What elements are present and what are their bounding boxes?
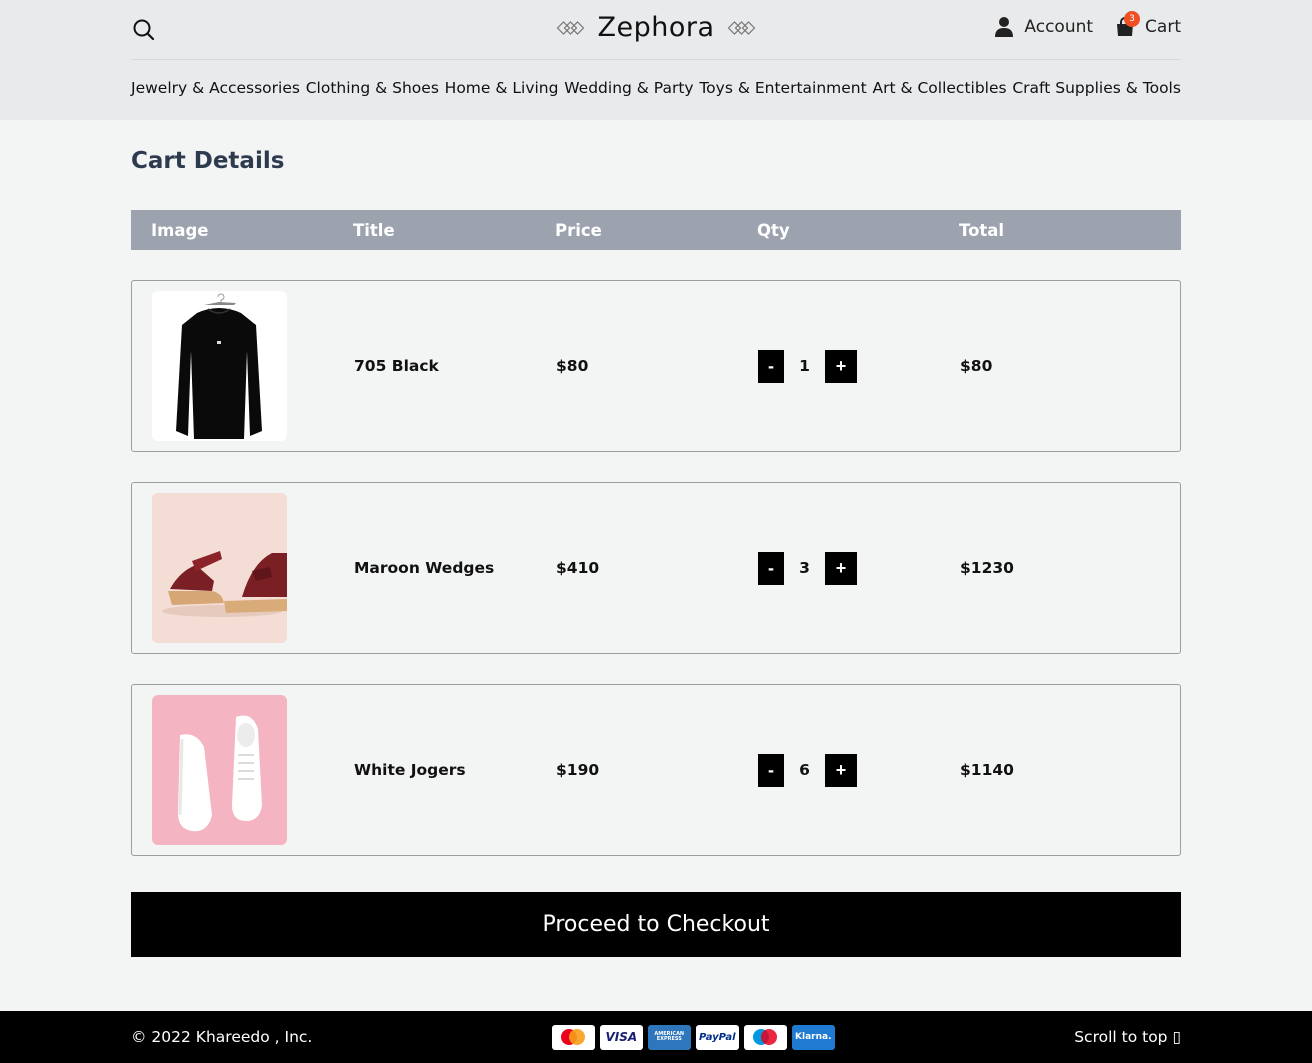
nav-item-art-collectibles[interactable]: Art & Collectibles — [872, 79, 1006, 97]
account-link[interactable]: Account — [994, 16, 1093, 38]
column-header-total: Total — [959, 220, 1005, 240]
cart-count-badge: 3 — [1124, 11, 1141, 27]
cart-table-header: Image Title Price Qty Total — [131, 210, 1181, 250]
maroon-wedges-image — [152, 493, 287, 643]
increase-qty-button[interactable]: + — [825, 551, 857, 585]
decrease-qty-button[interactable]: - — [758, 551, 784, 585]
decrease-qty-button[interactable]: - — [758, 349, 784, 383]
quantity-value: 1 — [799, 357, 810, 375]
brand-logo[interactable]: Zephora — [555, 12, 756, 43]
column-header-price: Price — [555, 220, 602, 240]
nav-item-wedding-party[interactable]: Wedding & Party — [564, 79, 693, 97]
scroll-to-top-link[interactable]: Scroll to top ▯ — [1074, 1028, 1181, 1046]
copyright-text: © 2022 Khareedo , Inc. — [131, 1028, 313, 1046]
line-total: $1140 — [960, 761, 1014, 779]
top-bar: Zephora Account 3 Cart — [131, 0, 1181, 60]
quantity-stepper: - 1 + — [758, 349, 940, 383]
site-footer: © 2022 Khareedo , Inc. VISA AMERICAN EXP… — [0, 1011, 1312, 1063]
decrease-qty-button[interactable]: - — [758, 753, 784, 787]
column-header-title: Title — [353, 220, 395, 240]
quantity-stepper: - 3 + — [758, 551, 940, 585]
product-image[interactable] — [152, 493, 287, 643]
search-icon[interactable] — [131, 17, 157, 43]
black-sweatshirt-image — [152, 291, 287, 441]
mastercard-icon — [551, 1024, 595, 1050]
site-header: Zephora Account 3 Cart Jewelry & Accesso… — [0, 0, 1312, 120]
ornament-icon — [556, 20, 585, 35]
category-nav: Jewelry & Accessories Clothing & Shoes H… — [131, 60, 1181, 97]
nav-item-jewelry-accessories[interactable]: Jewelry & Accessories — [131, 79, 300, 97]
nav-item-home-living[interactable]: Home & Living — [445, 79, 559, 97]
user-icon — [995, 17, 1014, 37]
nav-item-clothing-shoes[interactable]: Clothing & Shoes — [306, 79, 439, 97]
proceed-to-checkout-button[interactable]: Proceed to Checkout — [131, 892, 1181, 957]
page-title: Cart Details — [131, 148, 285, 174]
product-price: $410 — [556, 559, 600, 577]
payment-methods: VISA AMERICAN EXPRESS PayPal Klarna. — [551, 1024, 835, 1050]
product-image[interactable] — [152, 291, 287, 441]
product-image[interactable] — [152, 695, 287, 845]
column-header-image: Image — [151, 220, 209, 240]
american-express-icon: AMERICAN EXPRESS — [647, 1024, 691, 1050]
visa-icon: VISA — [599, 1024, 643, 1050]
increase-qty-button[interactable]: + — [825, 349, 857, 383]
product-title[interactable]: Maroon Wedges — [334, 559, 536, 577]
product-price: $80 — [556, 357, 589, 375]
brand-name: Zephora — [597, 12, 715, 43]
column-header-qty: Qty — [757, 220, 790, 240]
ornament-icon — [727, 20, 756, 35]
product-title[interactable]: White Jogers — [334, 761, 536, 779]
cart-row: 705 Black $80 - 1 + $80 — [131, 280, 1181, 452]
cart-label: Cart — [1145, 17, 1181, 37]
cart-link[interactable]: 3 Cart — [1115, 11, 1181, 37]
nav-item-craft-supplies-tools[interactable]: Craft Supplies & Tools — [1012, 79, 1181, 97]
product-title[interactable]: 705 Black — [334, 357, 536, 375]
account-label: Account — [1024, 17, 1094, 37]
quantity-stepper: - 6 + — [758, 753, 940, 787]
increase-qty-button[interactable]: + — [825, 753, 857, 787]
cart-row: White Jogers $190 - 6 + $1140 — [131, 684, 1181, 856]
cart-section: Cart Details Image Title Price Qty Total — [131, 148, 1181, 957]
maestro-icon — [743, 1024, 787, 1050]
line-total: $1230 — [960, 559, 1014, 577]
nav-item-toys-entertainment[interactable]: Toys & Entertainment — [699, 79, 866, 97]
cart-row: Maroon Wedges $410 - 3 + $1230 — [131, 482, 1181, 654]
line-total: $80 — [960, 357, 993, 375]
quantity-value: 6 — [799, 761, 810, 779]
product-price: $190 — [556, 761, 600, 779]
klarna-icon: Klarna. — [791, 1024, 835, 1050]
white-sneakers-image — [152, 695, 287, 845]
quantity-value: 3 — [799, 559, 810, 577]
paypal-icon: PayPal — [695, 1024, 739, 1050]
